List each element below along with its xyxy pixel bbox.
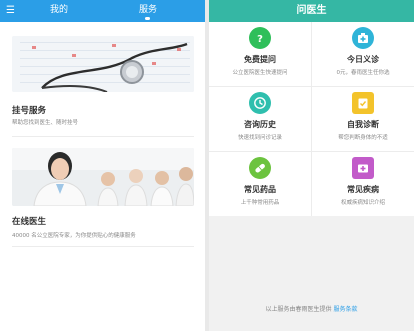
tab-services[interactable]: 服务 <box>139 4 157 16</box>
item-label: 今日义诊 <box>347 55 379 64</box>
free-question-item[interactable]: ? 免费提问 公立医院医生快速提问 <box>209 22 311 86</box>
card-title: 在线医生 <box>12 217 47 227</box>
common-drugs-item[interactable]: 常见药品 上千种常用药品 <box>209 152 311 216</box>
card-subtitle: 帮助您找到医生、随时挂号 <box>12 120 79 126</box>
consult-history-item[interactable]: 咨询历史 快速找到问诊记录 <box>209 87 311 151</box>
item-label: 咨询历史 <box>244 120 276 129</box>
footer-note: 以上服务由春雨医生提供 服务条款 <box>209 304 414 313</box>
page-title: 问医生 <box>209 0 414 22</box>
clock-icon <box>249 92 271 114</box>
common-diseases-item[interactable]: 常见疾病 权威疾病知识介绍 <box>312 152 414 216</box>
item-label: 常见疾病 <box>347 185 379 194</box>
item-label: 自我诊断 <box>347 120 379 129</box>
card-subtitle: 40000 名公立医院专家，为你提供贴心的健康服务 <box>12 233 136 239</box>
item-description: 上千种常用药品 <box>240 200 280 206</box>
clipboard-check-icon <box>352 92 374 114</box>
self-diagnosis-item[interactable]: 自我诊断 帮您判断身体的不适 <box>312 87 414 151</box>
item-label: 免费提问 <box>244 55 276 64</box>
top-nav-bar: ☰ 我的 服务 <box>0 0 205 22</box>
free-clinic-item[interactable]: 今日义诊 0元，春雨医生任你选 <box>312 22 414 86</box>
doctors-photo <box>12 148 194 206</box>
divider <box>12 136 194 137</box>
item-description: 权威疾病知识介绍 <box>340 200 385 206</box>
divider <box>12 246 194 247</box>
medical-kit-icon <box>352 27 374 49</box>
item-description: 公立医院医生快速提问 <box>232 70 288 76</box>
ask-doctor-screen: 问医生 ? 免费提问 公立医院医生快速提问 今日义诊 0元，春雨医生任你选 咨询… <box>209 0 414 331</box>
screens: ☰ 我的 服务 挂号服务 帮助您找到医生、随时挂号 在线医生 40000 名公立… <box>0 0 414 331</box>
svg-text:?: ? <box>257 34 263 45</box>
item-description: 帮您判断身体的不适 <box>338 135 388 141</box>
stethoscope-image <box>12 36 194 92</box>
item-label: 常见药品 <box>244 185 276 194</box>
menu-icon[interactable]: ☰ <box>6 4 15 18</box>
footer-text: 以上服务由春雨医生提供 <box>265 306 332 313</box>
services-screen: ☰ 我的 服务 挂号服务 帮助您找到医生、随时挂号 在线医生 40000 名公立… <box>0 0 205 331</box>
item-description: 0元，春雨医生任你选 <box>336 70 390 76</box>
medical-box-icon <box>352 157 374 179</box>
active-tab-indicator <box>145 17 150 20</box>
tab-mine[interactable]: 我的 <box>50 4 68 16</box>
registration-service-card[interactable]: 挂号服务 帮助您找到医生、随时挂号 <box>0 22 205 140</box>
online-doctor-card[interactable]: 在线医生 40000 名公立医院专家，为你提供贴心的健康服务 <box>0 140 205 260</box>
item-description: 快速找到问诊记录 <box>237 135 282 141</box>
service-grid: ? 免费提问 公立医院医生快速提问 今日义诊 0元，春雨医生任你选 咨询历史 快… <box>209 22 414 216</box>
pill-icon <box>249 157 271 179</box>
card-title: 挂号服务 <box>12 106 47 116</box>
question-bubble-icon: ? <box>249 27 271 49</box>
terms-of-service-link[interactable]: 服务条款 <box>333 306 357 313</box>
